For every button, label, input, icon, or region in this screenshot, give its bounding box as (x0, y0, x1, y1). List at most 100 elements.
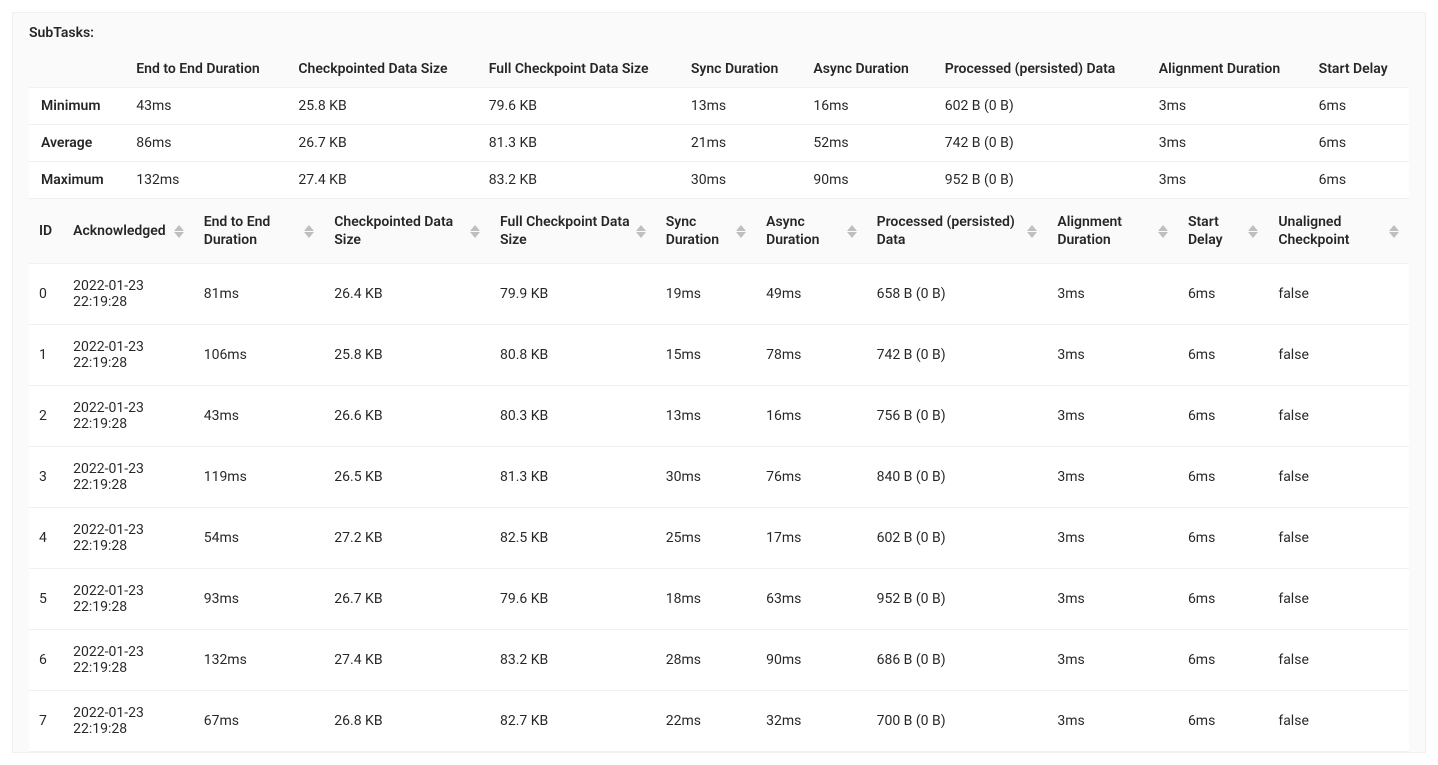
summary-cell-align: 3ms (1147, 125, 1307, 162)
table-row[interactable]: 22022-01-23 22:19:2843ms26.6 KB80.3 KB13… (29, 386, 1409, 447)
cell-id: 7 (29, 691, 63, 752)
sort-icon[interactable] (1248, 225, 1258, 238)
detail-col-align[interactable]: Alignment Duration (1047, 199, 1178, 264)
sort-icon[interactable] (174, 225, 184, 238)
cell-proc: 602 B (0 B) (867, 508, 1048, 569)
summary-col-cp: Checkpointed Data Size (286, 51, 476, 88)
sort-icon[interactable] (736, 225, 746, 238)
summary-col-sync: Sync Duration (679, 51, 802, 88)
detail-col-unaligned[interactable]: Unaligned Checkpoint (1268, 199, 1409, 264)
summary-row: Average86ms26.7 KB81.3 KB21ms52ms742 B (… (29, 125, 1409, 162)
cell-align: 3ms (1047, 264, 1178, 325)
table-row[interactable]: 52022-01-23 22:19:2893ms26.7 KB79.6 KB18… (29, 569, 1409, 630)
cell-delay: 6ms (1178, 630, 1268, 691)
summary-cell-proc: 952 B (0 B) (933, 162, 1147, 199)
cell-e2e: 132ms (194, 630, 325, 691)
summary-cell-label: Minimum (29, 88, 124, 125)
detail-col-label: Async Duration (766, 213, 840, 249)
cell-align: 3ms (1047, 569, 1178, 630)
detail-table: ID Acknowledged End to End Duration Check… (29, 199, 1409, 752)
cell-unaligned: false (1268, 508, 1409, 569)
cell-cp: 27.2 KB (324, 508, 490, 569)
cell-unaligned: false (1268, 569, 1409, 630)
table-row[interactable]: 42022-01-23 22:19:2854ms27.2 KB82.5 KB25… (29, 508, 1409, 569)
detail-col-label: Processed (persisted) Data (877, 213, 1022, 249)
cell-full: 79.6 KB (490, 569, 656, 630)
cell-align: 3ms (1047, 447, 1178, 508)
cell-proc: 840 B (0 B) (867, 447, 1048, 508)
summary-cell-async: 16ms (801, 88, 932, 125)
summary-cell-sync: 21ms (679, 125, 802, 162)
detail-col-e2e[interactable]: End to End Duration (194, 199, 325, 264)
sort-icon[interactable] (470, 225, 480, 238)
cell-sync: 15ms (656, 325, 756, 386)
cell-cp: 26.4 KB (324, 264, 490, 325)
cell-e2e: 67ms (194, 691, 325, 752)
summary-cell-sync: 30ms (679, 162, 802, 199)
detail-col-label: Acknowledged (73, 222, 166, 240)
detail-col-cp[interactable]: Checkpointed Data Size (324, 199, 490, 264)
cell-proc: 658 B (0 B) (867, 264, 1048, 325)
cell-unaligned: false (1268, 691, 1409, 752)
summary-col-e2e: End to End Duration (124, 51, 286, 88)
cell-full: 82.7 KB (490, 691, 656, 752)
cell-e2e: 54ms (194, 508, 325, 569)
cell-unaligned: false (1268, 325, 1409, 386)
detail-col-delay[interactable]: Start Delay (1178, 199, 1268, 264)
detail-col-id: ID (29, 199, 63, 264)
cell-async: 90ms (756, 630, 866, 691)
sort-icon[interactable] (1158, 225, 1168, 238)
sort-icon[interactable] (1389, 225, 1399, 238)
cell-sync: 13ms (656, 386, 756, 447)
cell-e2e: 119ms (194, 447, 325, 508)
detail-col-proc[interactable]: Processed (persisted) Data (867, 199, 1048, 264)
cell-id: 6 (29, 630, 63, 691)
cell-proc: 756 B (0 B) (867, 386, 1048, 447)
summary-cell-cp: 26.7 KB (286, 125, 476, 162)
cell-unaligned: false (1268, 386, 1409, 447)
summary-row: Maximum132ms27.4 KB83.2 KB30ms90ms952 B … (29, 162, 1409, 199)
detail-col-ack[interactable]: Acknowledged (63, 199, 194, 264)
cell-ack: 2022-01-23 22:19:28 (63, 691, 194, 752)
cell-e2e: 43ms (194, 386, 325, 447)
summary-cell-e2e: 132ms (124, 162, 286, 199)
summary-col-async: Async Duration (801, 51, 932, 88)
detail-col-label: Sync Duration (666, 213, 730, 249)
cell-full: 82.5 KB (490, 508, 656, 569)
detail-col-label: Start Delay (1188, 213, 1242, 249)
sort-icon[interactable] (847, 225, 857, 238)
sort-icon[interactable] (1027, 225, 1037, 238)
cell-e2e: 81ms (194, 264, 325, 325)
cell-delay: 6ms (1178, 325, 1268, 386)
table-row[interactable]: 02022-01-23 22:19:2881ms26.4 KB79.9 KB19… (29, 264, 1409, 325)
cell-delay: 6ms (1178, 447, 1268, 508)
cell-proc: 952 B (0 B) (867, 569, 1048, 630)
detail-col-label: Checkpointed Data Size (334, 213, 464, 249)
detail-col-sync[interactable]: Sync Duration (656, 199, 756, 264)
cell-async: 49ms (756, 264, 866, 325)
panel-title: SubTasks: (29, 25, 1409, 41)
summary-cell-e2e: 86ms (124, 125, 286, 162)
cell-unaligned: false (1268, 264, 1409, 325)
table-row[interactable]: 12022-01-23 22:19:28106ms25.8 KB80.8 KB1… (29, 325, 1409, 386)
cell-sync: 19ms (656, 264, 756, 325)
cell-async: 32ms (756, 691, 866, 752)
cell-delay: 6ms (1178, 691, 1268, 752)
detail-col-full[interactable]: Full Checkpoint Data Size (490, 199, 656, 264)
cell-cp: 26.6 KB (324, 386, 490, 447)
cell-unaligned: false (1268, 630, 1409, 691)
sort-icon[interactable] (636, 225, 646, 238)
cell-full: 79.9 KB (490, 264, 656, 325)
cell-sync: 22ms (656, 691, 756, 752)
sort-icon[interactable] (304, 225, 314, 238)
detail-col-async[interactable]: Async Duration (756, 199, 866, 264)
cell-cp: 27.4 KB (324, 630, 490, 691)
summary-cell-align: 3ms (1147, 88, 1307, 125)
table-row[interactable]: 32022-01-23 22:19:28119ms26.5 KB81.3 KB3… (29, 447, 1409, 508)
summary-col-align: Alignment Duration (1147, 51, 1307, 88)
cell-delay: 6ms (1178, 569, 1268, 630)
table-row[interactable]: 62022-01-23 22:19:28132ms27.4 KB83.2 KB2… (29, 630, 1409, 691)
summary-cell-full: 83.2 KB (477, 162, 679, 199)
cell-id: 0 (29, 264, 63, 325)
table-row[interactable]: 72022-01-23 22:19:2867ms26.8 KB82.7 KB22… (29, 691, 1409, 752)
